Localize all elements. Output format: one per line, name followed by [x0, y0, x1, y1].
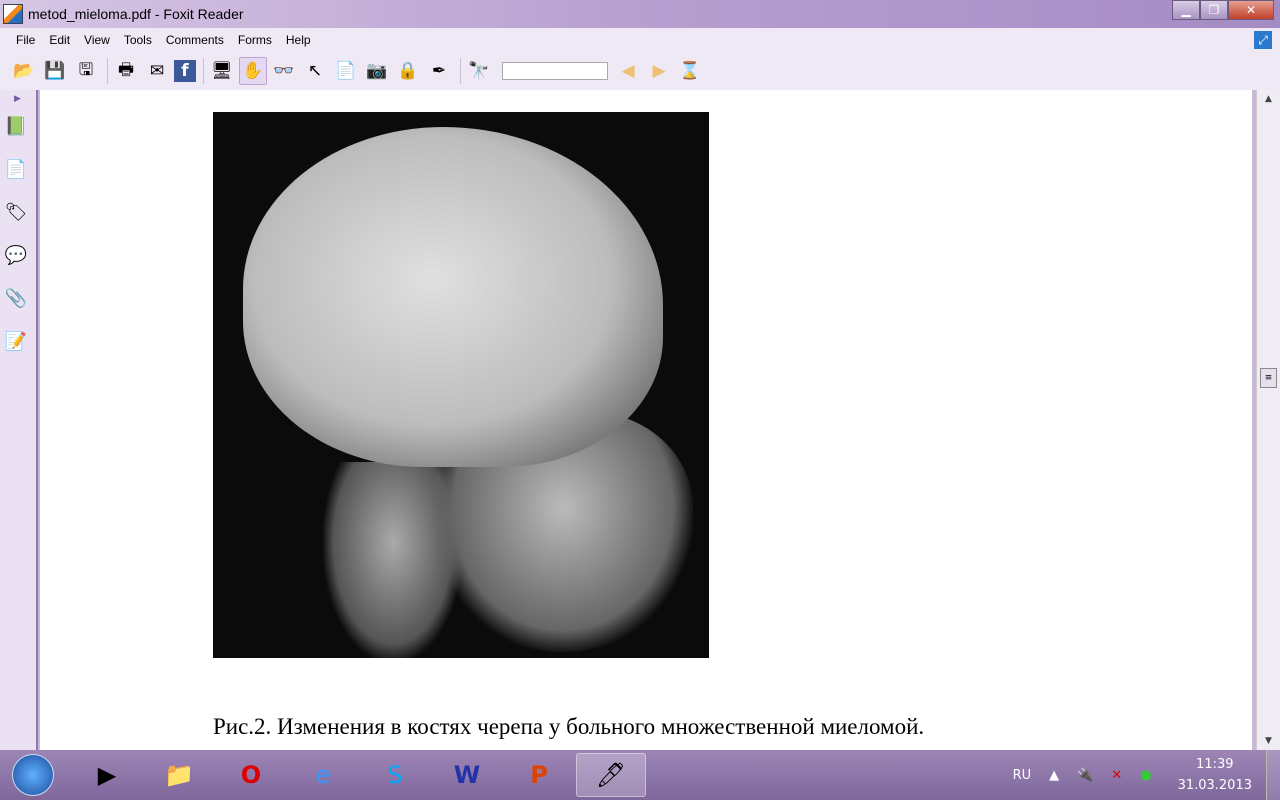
app-tray-icon[interactable]: ●	[1140, 768, 1151, 783]
search-input[interactable]	[502, 62, 608, 80]
navigation-sidebar: ▶ 📗 📄 🏷 💬 📎 📝	[0, 90, 38, 750]
print-icon[interactable]: 🖶	[112, 57, 140, 85]
maximize-button[interactable]: ❐	[1200, 0, 1228, 20]
foxit-app-icon[interactable]	[3, 4, 23, 24]
taskbar-word[interactable]: W	[432, 753, 502, 797]
separator	[460, 58, 461, 84]
skull-xray-image	[213, 112, 709, 658]
search-options-icon[interactable]: ⌛	[676, 57, 704, 85]
taskbar-foxit-reader[interactable]: 🖊	[576, 753, 646, 797]
expand-panel-icon[interactable]: ▶	[14, 94, 36, 104]
title-bar: metod_mieloma.pdf - Foxit Reader ▁ ❐ ✕	[0, 0, 1280, 28]
save-as-icon[interactable]: 🖫	[72, 57, 100, 85]
language-indicator[interactable]: RU	[1013, 768, 1032, 783]
taskbar-media-player[interactable]: ▶	[72, 753, 142, 797]
figure-caption: Рис.2. Изменения в костях черепа у больн…	[213, 714, 925, 739]
text-select-icon[interactable]: 📄	[332, 57, 360, 85]
taskbar-internet-explorer[interactable]: e	[288, 753, 358, 797]
clock-date: 31.03.2013	[1177, 778, 1252, 793]
minimize-button[interactable]: ▁	[1172, 0, 1200, 20]
system-tray: RU ▲ 🔌 ✕ ● 11:39 31.03.2013	[1013, 750, 1252, 800]
fullscreen-view-icon[interactable]: 🖥	[208, 57, 236, 85]
layers-icon[interactable]: 🏷	[3, 202, 29, 228]
menu-forms[interactable]: Forms	[238, 33, 272, 47]
email-icon[interactable]: ✉	[143, 57, 171, 85]
menu-bar: File Edit View Tools Comments Forms Help	[0, 28, 1280, 52]
rms-lock-icon[interactable]: 🔒	[394, 57, 422, 85]
facebook-icon[interactable]: f	[174, 60, 196, 82]
fullscreen-icon[interactable]: ⤢	[1254, 31, 1272, 49]
menu-help[interactable]: Help	[286, 33, 311, 47]
hand-tool-icon[interactable]: ✋	[239, 57, 267, 85]
comments-icon[interactable]: 💬	[3, 245, 29, 271]
scroll-thumb[interactable]: ≡	[1260, 368, 1277, 388]
window-title: metod_mieloma.pdf - Foxit Reader	[28, 6, 244, 22]
vertical-scrollbar[interactable]: ▲ ≡ ▼	[1256, 90, 1280, 750]
menu-file[interactable]: File	[16, 33, 35, 47]
open-icon[interactable]: 📂	[10, 57, 38, 85]
pages-icon[interactable]: 📄	[3, 159, 29, 185]
menu-edit[interactable]: Edit	[49, 33, 70, 47]
taskbar-opera[interactable]: O	[216, 753, 286, 797]
find-next-icon[interactable]: ▶	[645, 57, 673, 85]
taskbar: ▶ 📁 O e S W P 🖊 RU ▲ 🔌 ✕ ● 11:39 31.03.2…	[0, 750, 1280, 800]
taskbar-skype[interactable]: S	[360, 753, 430, 797]
save-icon[interactable]: 💾	[41, 57, 69, 85]
close-button[interactable]: ✕	[1228, 0, 1274, 20]
clock-time: 11:39	[1196, 757, 1234, 772]
menu-comments[interactable]: Comments	[166, 33, 224, 47]
scroll-up-icon[interactable]: ▲	[1257, 90, 1280, 108]
taskbar-explorer[interactable]: 📁	[144, 753, 214, 797]
clock[interactable]: 11:39 31.03.2013	[1178, 754, 1252, 796]
document-page: Рис.2. Изменения в костях черепа у больн…	[40, 90, 1252, 750]
find-previous-icon[interactable]: ◀	[614, 57, 642, 85]
menu-view[interactable]: View	[84, 33, 110, 47]
snapshot-icon[interactable]: 📷	[363, 57, 391, 85]
loupe-icon[interactable]: 👓	[270, 57, 298, 85]
bookmarks-icon[interactable]: 📗	[3, 116, 29, 142]
separator	[107, 58, 108, 84]
sign-icon[interactable]: ✒	[425, 57, 453, 85]
attachments-icon[interactable]: 📎	[3, 288, 29, 314]
separator	[203, 58, 204, 84]
signatures-icon[interactable]: 📝	[3, 331, 29, 357]
show-hidden-icons[interactable]: ▲	[1049, 768, 1059, 783]
toolbar: 📂 💾 🖫 🖶 ✉ f 🖥 ✋ 👓 ↖ 📄 📷 🔒 ✒ 🔭 ◀ ▶ ⌛	[0, 52, 1280, 90]
network-icon[interactable]: ✕	[1111, 768, 1122, 783]
scroll-down-icon[interactable]: ▼	[1257, 732, 1280, 750]
taskbar-powerpoint[interactable]: P	[504, 753, 574, 797]
select-arrow-icon[interactable]: ↖	[301, 57, 329, 85]
menu-tools[interactable]: Tools	[124, 33, 152, 47]
show-desktop-button[interactable]	[1266, 750, 1280, 800]
start-button[interactable]	[12, 754, 54, 796]
battery-icon[interactable]: 🔌	[1077, 768, 1093, 783]
find-binoculars-icon[interactable]: 🔭	[465, 57, 493, 85]
